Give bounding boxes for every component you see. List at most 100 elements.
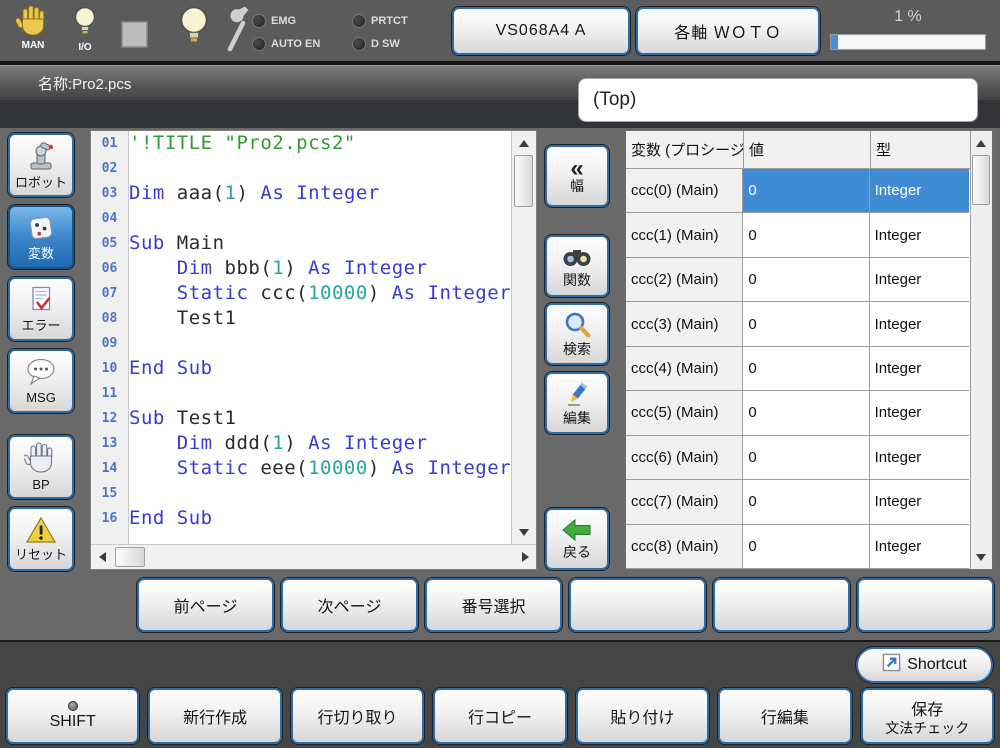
table-row[interactable]: ccc(3) (Main)0Integer: [626, 302, 969, 346]
scroll-up-button[interactable]: [513, 132, 535, 154]
sidebar-item-bp[interactable]: BP: [8, 435, 74, 499]
robot-type-button[interactable]: VS068A4 A: [452, 7, 630, 55]
led-dot-icon: [252, 14, 266, 28]
led-dot-icon: [352, 37, 366, 51]
line-number: 11: [91, 381, 128, 406]
table-cell: Integer: [870, 258, 969, 302]
tool-button-search[interactable]: 検索: [545, 303, 609, 365]
tool-button-label: 検索: [563, 342, 591, 357]
tool-button-function[interactable]: 関数: [545, 235, 609, 297]
page-button-blank-3[interactable]: [857, 578, 994, 632]
function-button-label: SHIFT: [50, 713, 96, 731]
hand-man-icon: [16, 5, 50, 42]
scroll-right-button[interactable]: [514, 546, 536, 568]
table-cell: 0: [743, 302, 869, 346]
table-cell: ccc(7) (Main): [626, 480, 743, 524]
back-arrow-icon: [561, 518, 593, 545]
shift-led-icon: [68, 701, 78, 711]
code-area[interactable]: '!TITLE "Pro2.pcs2"Dim aaa(1) As Integer…: [129, 131, 511, 544]
page-button-select-number[interactable]: 番号選択: [425, 578, 562, 632]
scroll-down-button[interactable]: [971, 546, 991, 568]
sidebar-item-label: エラー: [21, 318, 60, 333]
table-cell: ccc(8) (Main): [626, 525, 743, 569]
code-editor[interactable]: 01020304050607080910111213141516 '!TITLE…: [90, 130, 537, 570]
editor-horizontal-scrollbar[interactable]: [91, 544, 536, 569]
table-row[interactable]: ccc(5) (Main)0Integer: [626, 391, 969, 435]
scrollbar-thumb[interactable]: [514, 155, 533, 207]
tool-button-label: 関数: [563, 273, 591, 288]
table-row[interactable]: ccc(4) (Main)0Integer: [626, 347, 969, 391]
tool-button-back[interactable]: 戻る: [545, 508, 609, 570]
function-button-label: 行切り取り: [318, 704, 398, 728]
page-button-label: 前ページ: [174, 593, 238, 617]
function-button-shift[interactable]: SHIFT: [6, 688, 139, 744]
sidebar-item-label: 変数: [28, 246, 54, 261]
line-number: 06: [91, 256, 128, 281]
page-button-next-page[interactable]: 次ページ: [281, 578, 418, 632]
status-led-d-sw: D SW: [352, 32, 440, 55]
editor-vertical-scrollbar[interactable]: [511, 131, 536, 544]
robot-type-label: VS068A4 A: [496, 22, 587, 40]
table-row[interactable]: ccc(7) (Main)0Integer: [626, 480, 969, 524]
function-button-edit-line[interactable]: 行編集: [718, 688, 851, 744]
table-row[interactable]: ccc(2) (Main)0Integer: [626, 258, 969, 302]
table-vertical-scrollbar[interactable]: [970, 131, 992, 569]
scrollbar-thumb[interactable]: [115, 547, 145, 567]
speed-progress-bar: [830, 34, 986, 50]
page-button-blank-2[interactable]: [713, 578, 850, 632]
shortcut-label: Shortcut: [907, 656, 967, 674]
page-button-prev-page[interactable]: 前ページ: [137, 578, 274, 632]
table-cell: 0: [743, 436, 869, 480]
line-number: 12: [91, 406, 128, 431]
sidebar-item-robot[interactable]: ロボット: [8, 133, 74, 197]
man-label: MAN: [22, 40, 45, 51]
code-line: Dim aaa(1) As Integer: [129, 181, 511, 206]
function-button-save-syntax-check[interactable]: 保存文法チェック: [861, 688, 994, 744]
axis-mode-button[interactable]: 各軸 ＷＯＴＯ: [636, 7, 820, 55]
tool-button-width[interactable]: «幅: [545, 145, 609, 207]
function-button-new-line[interactable]: 新行作成: [148, 688, 281, 744]
collapse-left-icon: «: [570, 159, 583, 179]
edit-pencil-icon: [563, 380, 591, 411]
status-led-prtct: PRTCT: [352, 9, 440, 32]
code-line: [129, 381, 511, 406]
line-number: 08: [91, 306, 128, 331]
sidebar-item-label: MSG: [26, 390, 56, 405]
table-row[interactable]: ccc(6) (Main)0Integer: [626, 436, 969, 480]
line-number: 05: [91, 231, 128, 256]
lamp-bulb-icon: [178, 5, 210, 49]
code-line: [129, 206, 511, 231]
scroll-down-button[interactable]: [513, 521, 535, 543]
function-button-label: 新行作成: [183, 704, 247, 728]
scope-top-box[interactable]: (Top): [578, 78, 978, 122]
function-button-cut-line[interactable]: 行切り取り: [291, 688, 424, 744]
table-row[interactable]: ccc(0) (Main)0Integer: [626, 169, 969, 213]
line-number: 10: [91, 356, 128, 381]
page-button-blank-1[interactable]: [569, 578, 706, 632]
wrench-icon: [222, 5, 252, 53]
function-button-copy-line[interactable]: 行コピー: [433, 688, 566, 744]
sidebar-item-error[interactable]: エラー: [8, 277, 74, 341]
table-cell: ccc(5) (Main): [626, 391, 743, 435]
status-led-grid: EMGPRTCTAUTO END SW: [252, 9, 440, 55]
table-row[interactable]: ccc(8) (Main)0Integer: [626, 525, 969, 569]
table-cell: Integer: [870, 347, 969, 391]
led-dot-icon: [252, 37, 266, 51]
tool-button-edit[interactable]: 編集: [545, 372, 609, 434]
manual-mode-indicator: MAN: [16, 5, 50, 51]
function-button-paste[interactable]: 貼り付け: [576, 688, 709, 744]
table-cell: Integer: [870, 480, 969, 524]
scrollbar-thumb[interactable]: [972, 155, 990, 205]
warning-icon: [25, 516, 57, 547]
scroll-up-button[interactable]: [971, 132, 991, 154]
shortcut-button[interactable]: Shortcut: [856, 647, 993, 683]
table-cell: Integer: [870, 391, 969, 435]
sidebar-item-reset[interactable]: リセット: [8, 507, 74, 571]
program-name: 名称:Pro2.pcs: [38, 73, 131, 94]
scroll-left-button[interactable]: [91, 546, 113, 568]
line-number: 09: [91, 331, 128, 356]
line-number: 04: [91, 206, 128, 231]
table-row[interactable]: ccc(1) (Main)0Integer: [626, 213, 969, 257]
sidebar-item-msg[interactable]: MSG: [8, 349, 74, 413]
sidebar-item-variables[interactable]: 変数: [8, 205, 74, 269]
